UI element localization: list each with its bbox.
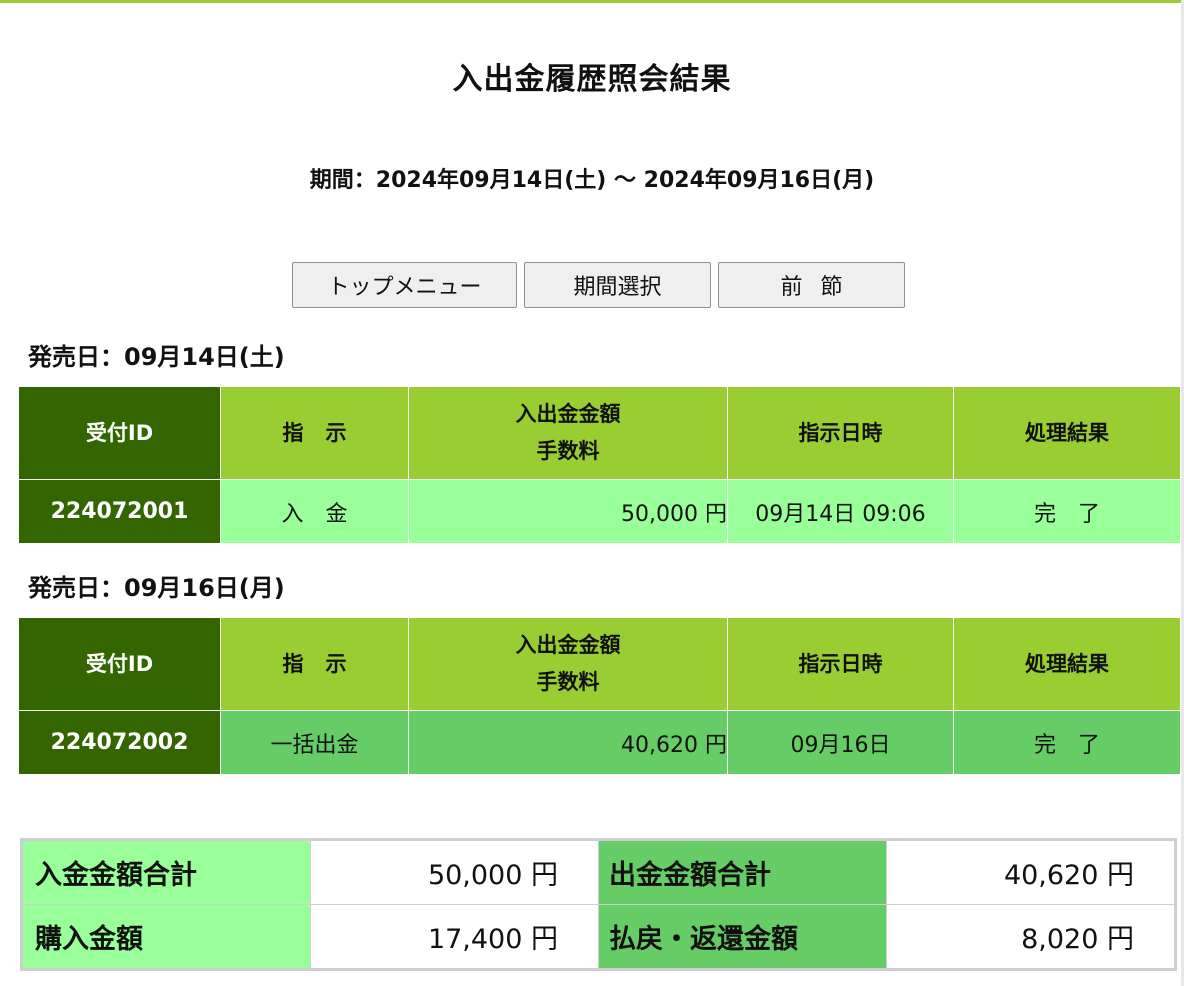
header-datetime: 指示日時 bbox=[727, 386, 954, 480]
refund-label: 払戻・返還金額 bbox=[598, 904, 887, 970]
previous-button[interactable]: 前節 bbox=[718, 262, 905, 308]
amount-cell: 40,620 円 bbox=[408, 710, 728, 775]
purchase-label: 購入金額 bbox=[21, 904, 311, 970]
deposit-total-value: 50,000 円 bbox=[310, 839, 599, 905]
summary-row: 入金金額合計 50,000 円 出金金額合計 40,620 円 bbox=[21, 839, 1176, 905]
header-amount-line2: 手数料 bbox=[536, 670, 600, 694]
refund-value: 8,020 円 bbox=[886, 904, 1176, 970]
datetime-cell: 09月16日 bbox=[727, 710, 954, 775]
period-range: 期間：2024年09月14日(土) 〜 2024年09月16日(月) bbox=[309, 168, 875, 193]
page-title: 入出金履歴照会結果 bbox=[452, 62, 732, 97]
header-result: 処理結果 bbox=[953, 386, 1181, 480]
result-cell: 完了 bbox=[953, 710, 1181, 775]
table-row: 224072002 一括出金 40,620 円 09月16日 完了 bbox=[18, 710, 1181, 775]
table-header-row: 受付ID 指示 入出金金額手数料 指示日時 処理結果 bbox=[18, 617, 1181, 711]
receipt-id: 224072001 bbox=[18, 479, 221, 544]
period-select-button[interactable]: 期間選択 bbox=[524, 262, 711, 308]
withdraw-total-label: 出金金額合計 bbox=[598, 839, 887, 905]
header-id: 受付ID bbox=[18, 617, 221, 711]
deposit-total-label: 入金金額合計 bbox=[21, 839, 311, 905]
summary-row: 購入金額 17,400 円 払戻・返還金額 8,020 円 bbox=[21, 904, 1176, 970]
header-instruction: 指示 bbox=[220, 617, 409, 711]
amount-cell: 50,000 円 bbox=[408, 479, 728, 544]
top-accent-line bbox=[0, 0, 1184, 3]
sale-date-heading: 発売日：09月14日(土) bbox=[28, 343, 285, 371]
header-result: 処理結果 bbox=[953, 617, 1181, 711]
history-table: 受付ID 指示 入出金金額手数料 指示日時 処理結果 224072002 一括出… bbox=[18, 617, 1181, 775]
table-row: 224072001 入金 50,000 円 09月14日 09:06 完了 bbox=[18, 479, 1181, 544]
header-amount-line1: 入出金金額 bbox=[515, 402, 621, 426]
result-text: 完了 bbox=[1033, 732, 1122, 758]
header-instruction-label: 指示 bbox=[282, 651, 369, 676]
header-amount: 入出金金額 手数料 bbox=[408, 617, 728, 711]
header-instruction: 指示 bbox=[220, 386, 409, 480]
header-amount-line2: 手数料 bbox=[536, 439, 600, 463]
datetime-cell: 09月14日 09:06 bbox=[727, 479, 954, 544]
result-cell: 完了 bbox=[953, 479, 1181, 544]
table-header-row: 受付ID 指示 入出金金額手数料 指示日時 処理結果 bbox=[18, 386, 1181, 480]
purchase-value: 17,400 円 bbox=[310, 904, 599, 970]
sale-date-heading: 発売日：09月16日(月) bbox=[28, 574, 285, 602]
history-table: 受付ID 指示 入出金金額手数料 指示日時 処理結果 224072001 入金 … bbox=[18, 386, 1181, 544]
header-amount-line1: 入出金金額 bbox=[515, 633, 621, 657]
header-instruction-label: 指示 bbox=[282, 420, 369, 445]
withdraw-total-value: 40,620 円 bbox=[886, 839, 1176, 905]
result-text: 完了 bbox=[1033, 501, 1122, 527]
button-bar: トップメニュー 期間選択 前節 bbox=[0, 262, 1184, 310]
header-amount: 入出金金額 手数料 bbox=[408, 386, 728, 480]
top-menu-button[interactable]: トップメニュー bbox=[292, 262, 517, 308]
instruction-cell: 入金 bbox=[220, 479, 409, 544]
instruction-cell: 一括出金 bbox=[220, 710, 409, 775]
receipt-id: 224072002 bbox=[18, 710, 221, 775]
instruction-text: 入金 bbox=[281, 501, 370, 527]
header-datetime: 指示日時 bbox=[727, 617, 954, 711]
summary-table: 入金金額合計 50,000 円 出金金額合計 40,620 円 購入金額 17,… bbox=[20, 838, 1177, 971]
header-id: 受付ID bbox=[18, 386, 221, 480]
